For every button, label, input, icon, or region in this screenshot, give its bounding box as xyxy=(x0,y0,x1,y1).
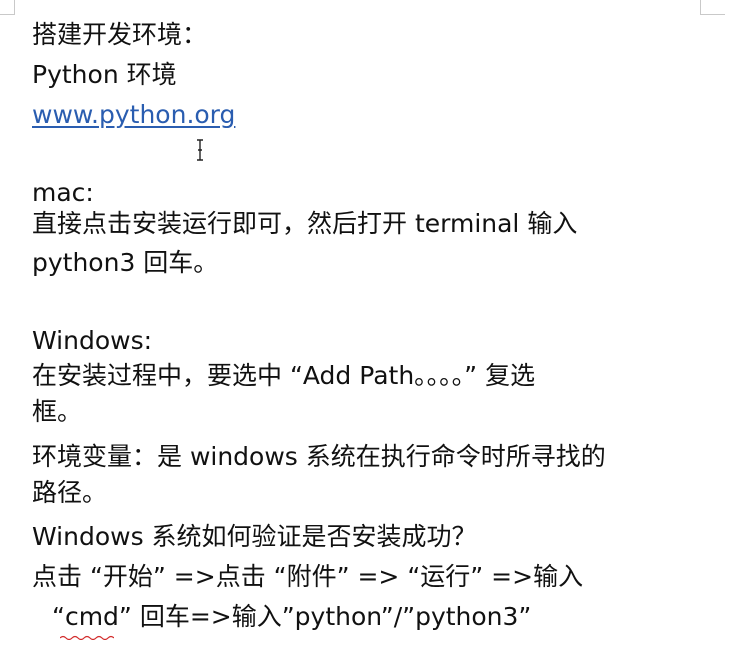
mac-heading: mac: xyxy=(32,178,94,207)
verify-install-steps-line-1: 点击 “开始” =>点击 “附件” => “运行” =>输入 xyxy=(32,562,584,591)
python-environment-line: Python 环境 xyxy=(32,60,177,89)
mac-instruction-line-2: python3 回车。 xyxy=(32,248,219,277)
windows-instruction-line-2: 框。 xyxy=(32,397,83,426)
windows-heading: Windows: xyxy=(32,326,153,355)
page-corner-mark-top-left xyxy=(0,0,15,15)
spellcheck-squiggle xyxy=(60,635,114,640)
mac-instruction-line-1: 直接点击安装运行即可，然后打开 terminal 输入 xyxy=(32,209,578,238)
verify-install-question: Windows 系统如何验证是否安装成功？ xyxy=(32,522,477,551)
windows-instruction-line-1: 在安装过程中，要选中 “Add Path。。。。” 复选 xyxy=(32,361,536,390)
text-cursor-icon xyxy=(197,139,203,161)
document-page: 搭建开发环境： Python 环境 www.python.org mac: 直接… xyxy=(0,0,740,657)
verify-install-steps-line-2: “cmd” 回车=>输入”python”/”python3” xyxy=(52,602,532,631)
environment-variable-line-2: 路径。 xyxy=(32,478,108,507)
python-website-link[interactable]: www.python.org xyxy=(32,98,235,132)
environment-variable-line-1: 环境变量：是 windows 系统在执行命令时所寻找的 xyxy=(32,442,606,471)
heading-setup-environment: 搭建开发环境： xyxy=(32,20,208,49)
page-corner-mark-top-right xyxy=(700,0,725,15)
